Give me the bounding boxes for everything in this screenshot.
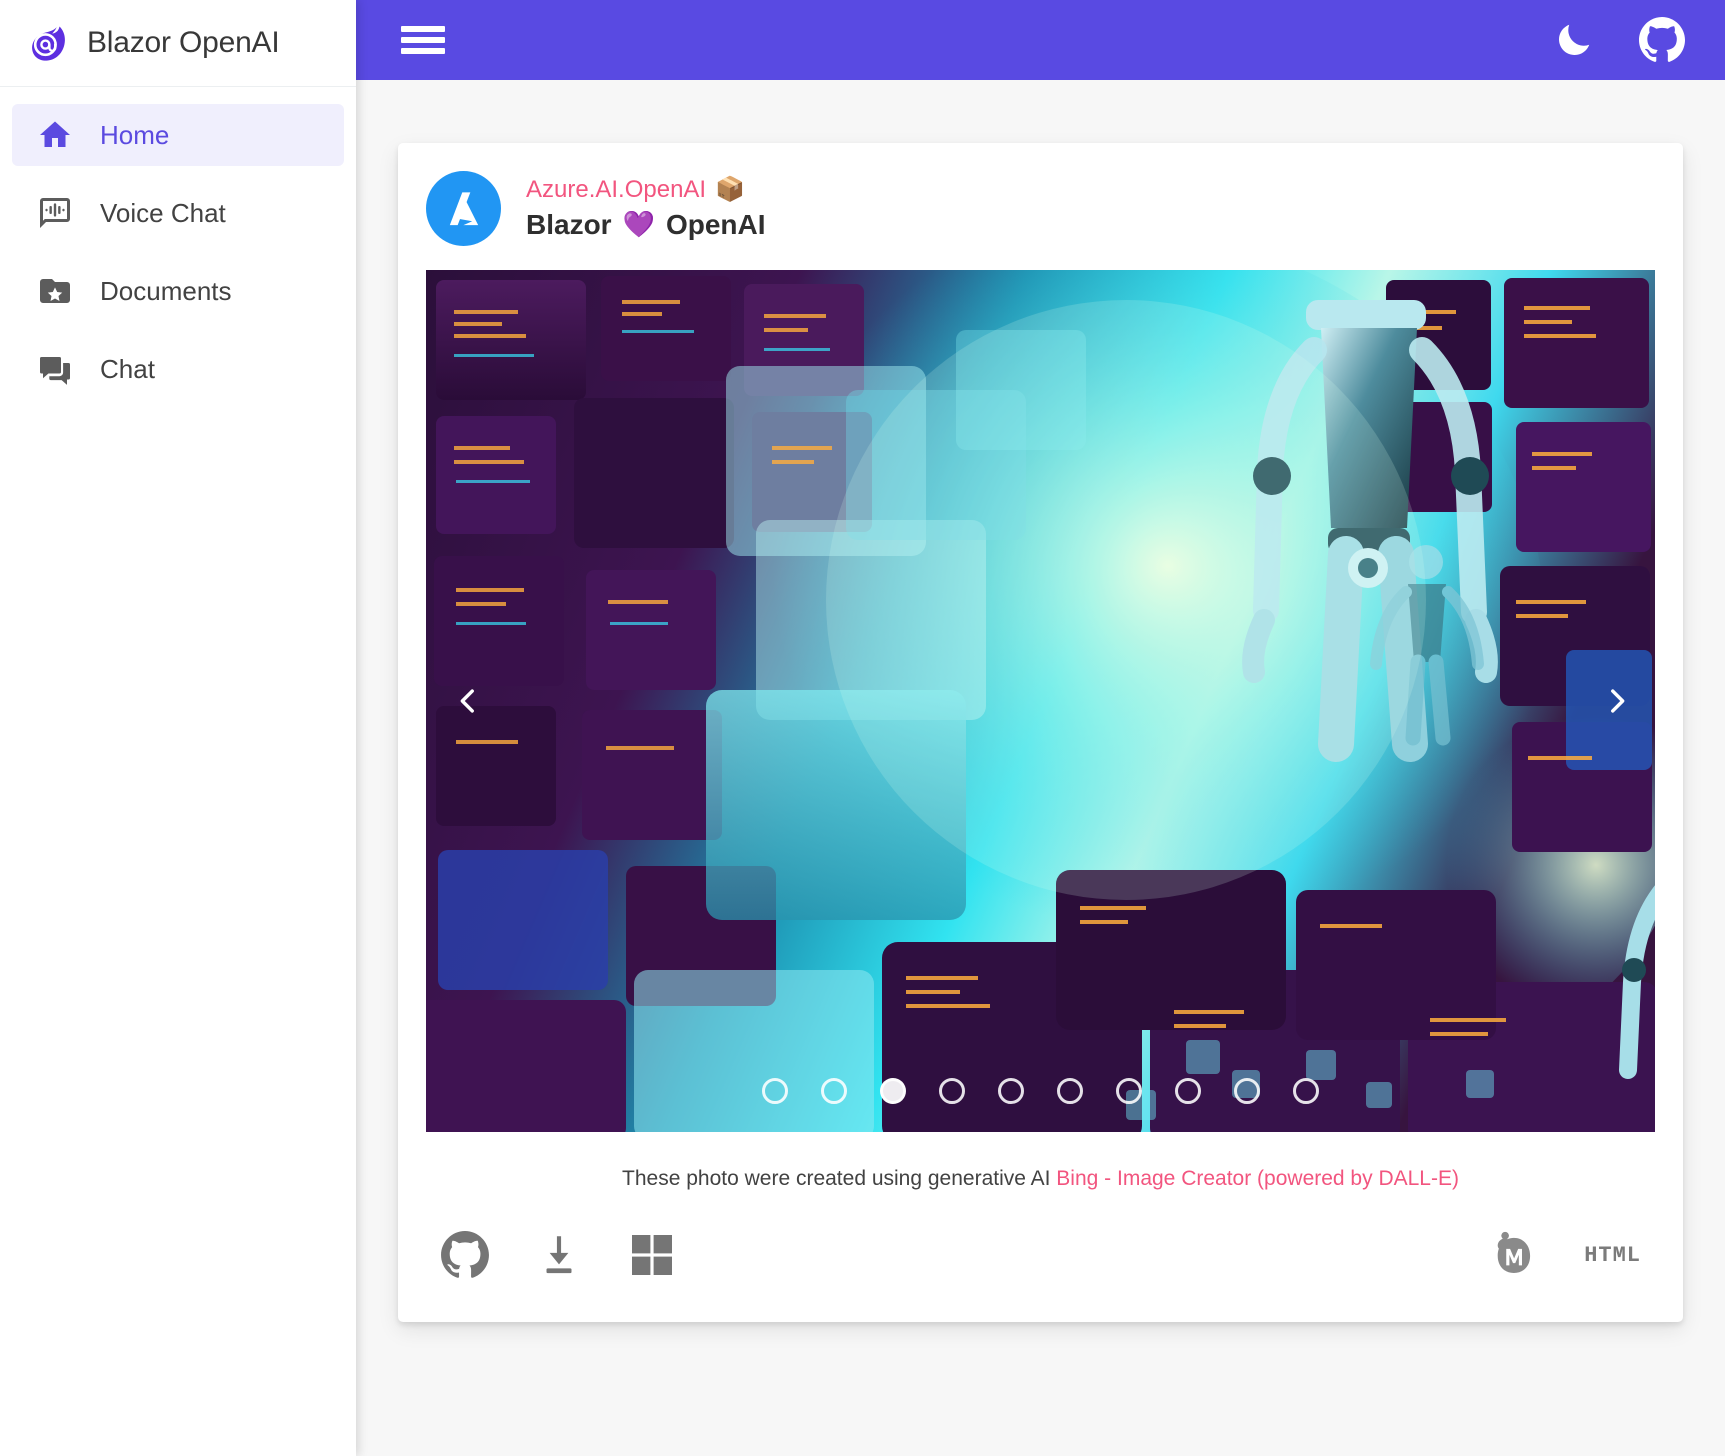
card-title-part1: Blazor bbox=[526, 209, 612, 241]
carousel-indicators bbox=[426, 1078, 1655, 1104]
sidebar: Blazor OpenAI Home bbox=[0, 0, 356, 1456]
hamburger-menu-icon[interactable] bbox=[401, 23, 445, 57]
azure-logo-icon bbox=[426, 171, 501, 246]
brand-header: Blazor OpenAI bbox=[0, 0, 356, 87]
content-area: Azure.AI.OpenAI 📦 Blazor 💜 OpenAI bbox=[356, 80, 1725, 1456]
sidebar-item-documents[interactable]: Documents bbox=[12, 260, 344, 322]
package-emoji-icon: 📦 bbox=[715, 176, 745, 204]
carousel-slide-image bbox=[426, 270, 1655, 1132]
image-carousel[interactable] bbox=[426, 270, 1655, 1132]
chat-icon bbox=[36, 350, 74, 388]
sidebar-item-voice-chat-label: Voice Chat bbox=[100, 198, 226, 229]
card-header: Azure.AI.OpenAI 📦 Blazor 💜 OpenAI bbox=[398, 143, 1683, 270]
card-subtitle-text: Azure.AI.OpenAI bbox=[526, 176, 706, 204]
main-region: Azure.AI.OpenAI 📦 Blazor 💜 OpenAI bbox=[356, 0, 1725, 1456]
carousel-dot-6[interactable] bbox=[1057, 1078, 1083, 1104]
brand-title: Blazor OpenAI bbox=[87, 26, 280, 60]
blazor-logo-icon bbox=[28, 22, 70, 64]
github-icon[interactable] bbox=[1637, 15, 1687, 65]
carousel-dot-2[interactable] bbox=[821, 1078, 847, 1104]
microsoft-icon[interactable] bbox=[628, 1231, 676, 1279]
github-icon[interactable] bbox=[440, 1230, 490, 1280]
sidebar-item-home-label: Home bbox=[100, 120, 169, 151]
sidebar-item-documents-label: Documents bbox=[100, 276, 232, 307]
sidebar-nav: Home Voice Chat bbox=[0, 87, 356, 400]
sidebar-item-chat[interactable]: Chat bbox=[12, 338, 344, 400]
chevron-right-icon[interactable] bbox=[1591, 675, 1643, 727]
voice-chat-icon bbox=[36, 194, 74, 232]
carousel-dot-10[interactable] bbox=[1293, 1078, 1319, 1104]
carousel-dot-9[interactable] bbox=[1234, 1078, 1260, 1104]
card-actions: HTML bbox=[398, 1218, 1683, 1322]
carousel-dot-8[interactable] bbox=[1175, 1078, 1201, 1104]
card-caption: These photo were created using generativ… bbox=[398, 1132, 1683, 1218]
chevron-left-icon[interactable] bbox=[442, 675, 494, 727]
home-icon bbox=[36, 116, 74, 154]
carousel-dot-1[interactable] bbox=[762, 1078, 788, 1104]
app-bar bbox=[356, 0, 1725, 80]
sidebar-item-home[interactable]: Home bbox=[12, 104, 344, 166]
moon-icon[interactable] bbox=[1549, 15, 1599, 65]
html-badge[interactable]: HTML bbox=[1584, 1243, 1641, 1268]
caption-plain-text: These photo were created using generativ… bbox=[622, 1167, 1056, 1190]
caption-link-text[interactable]: Bing - Image Creator (powered by DALL-E) bbox=[1056, 1167, 1459, 1190]
download-icon[interactable] bbox=[534, 1230, 584, 1280]
carousel-dot-4[interactable] bbox=[939, 1078, 965, 1104]
card-subtitle: Azure.AI.OpenAI 📦 bbox=[526, 176, 766, 204]
card-header-text: Azure.AI.OpenAI 📦 Blazor 💜 OpenAI bbox=[526, 176, 766, 242]
sidebar-item-chat-label: Chat bbox=[100, 354, 155, 385]
card-title: Blazor 💜 OpenAI bbox=[526, 209, 766, 241]
carousel-dot-5[interactable] bbox=[998, 1078, 1024, 1104]
sidebar-item-voice-chat[interactable]: Voice Chat bbox=[12, 182, 344, 244]
documents-icon bbox=[36, 272, 74, 310]
carousel-dot-3[interactable] bbox=[880, 1078, 906, 1104]
openai-card: Azure.AI.OpenAI 📦 Blazor 💜 OpenAI bbox=[398, 143, 1683, 1322]
mudblazor-icon[interactable] bbox=[1486, 1228, 1540, 1282]
carousel-dot-7[interactable] bbox=[1116, 1078, 1142, 1104]
purple-heart-emoji-icon: 💜 bbox=[623, 210, 655, 240]
app-root: Blazor OpenAI Home bbox=[0, 0, 1725, 1456]
card-title-part2: OpenAI bbox=[666, 209, 766, 241]
